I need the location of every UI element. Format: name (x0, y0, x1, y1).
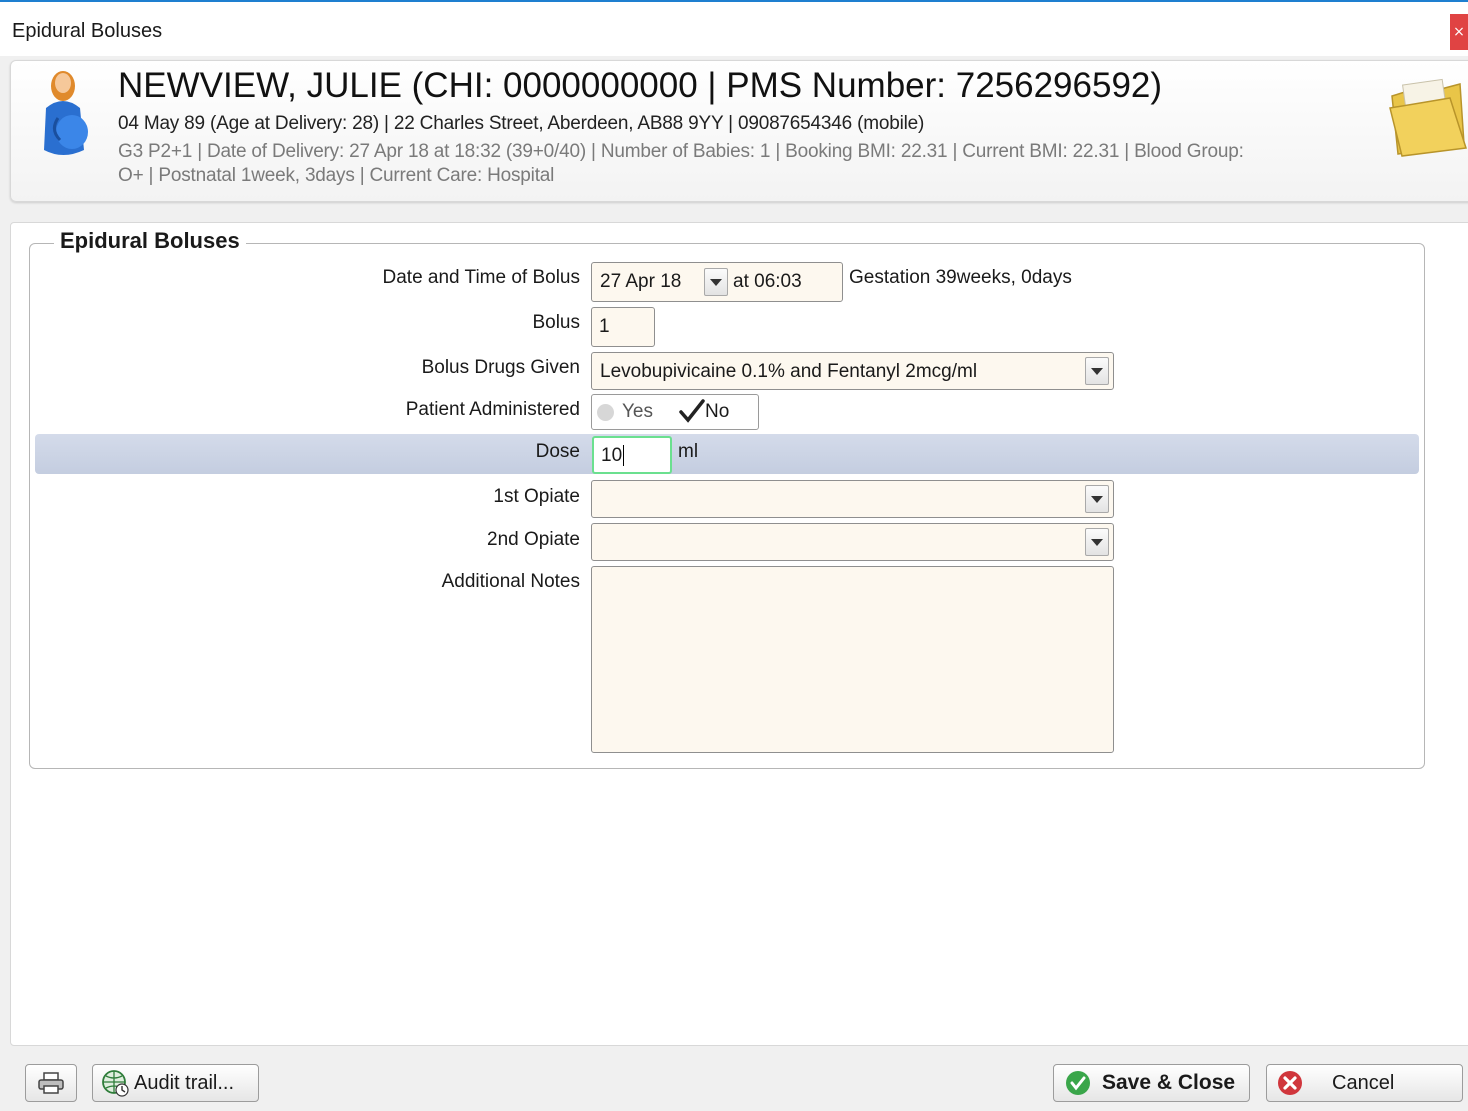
pregnancy-summary-line1: G3 P2+1 | Date of Delivery: 27 Apr 18 at… (118, 141, 1244, 162)
bolus-drugs-select[interactable]: Levobupivicaine 0.1% and Fentanyl 2mcg/m… (591, 352, 1114, 390)
title-bar (0, 2, 1468, 56)
dose-row-highlight (35, 434, 1419, 474)
audit-globe-icon (102, 1070, 129, 1097)
bolus-label: Bolus (532, 312, 580, 333)
check-circle-icon (1066, 1071, 1090, 1095)
yes-option-label[interactable]: Yes (622, 401, 653, 423)
bolus-drugs-label: Bolus Drugs Given (421, 357, 580, 378)
group-legend: Epidural Boluses (54, 228, 246, 254)
bolus-time-value: at 06:03 (733, 271, 802, 292)
bolus-input[interactable]: 1 (591, 307, 655, 347)
patient-demographics: 04 May 89 (Age at Delivery: 28) | 22 Cha… (118, 113, 925, 134)
cancel-button[interactable]: Cancel (1266, 1064, 1463, 1102)
bolus-date-value: 27 Apr 18 (600, 271, 682, 292)
chevron-down-icon (1091, 538, 1103, 546)
notes-textarea[interactable] (591, 566, 1114, 753)
pregnant-patient-icon (36, 68, 96, 160)
dose-label: Dose (535, 441, 580, 462)
date-time-field[interactable]: 27 Apr 18 at 06:03 (591, 262, 843, 302)
chevron-down-icon (710, 278, 722, 286)
pregnancy-summary-line2: O+ | Postnatal 1week, 3days | Current Ca… (118, 165, 555, 186)
opiate1-label: 1st Opiate (493, 486, 580, 507)
patient-name-line: NEWVIEW, JULIE (CHI: 0000000000 | PMS Nu… (118, 66, 1163, 105)
yes-radio[interactable] (597, 404, 614, 421)
bolus-drugs-value: Levobupivicaine 0.1% and Fentanyl 2mcg/m… (600, 361, 978, 382)
bolus-drugs-dropdown-button[interactable] (1085, 357, 1109, 385)
opiate2-dropdown-button[interactable] (1085, 528, 1109, 556)
window-title: Epidural Boluses (12, 20, 163, 42)
close-button[interactable]: × (1450, 14, 1468, 50)
patient-administered-label: Patient Administered (405, 399, 580, 420)
dose-input[interactable]: 10 (592, 436, 672, 474)
checkmark-icon (678, 398, 706, 428)
patient-administered-toggle (591, 394, 759, 430)
audit-trail-button[interactable]: Audit trail... (92, 1064, 259, 1102)
opiate2-label: 2nd Opiate (487, 529, 580, 550)
save-close-button[interactable]: Save & Close (1053, 1064, 1250, 1102)
gestation-text: Gestation 39weeks, 0days (849, 267, 1072, 288)
chevron-down-icon (1091, 367, 1103, 375)
no-option-label[interactable]: No (705, 401, 729, 423)
notes-label: Additional Notes (441, 571, 580, 592)
save-close-label: Save & Close (1102, 1071, 1236, 1094)
audit-trail-label: Audit trail... (134, 1071, 235, 1094)
opiate2-select[interactable] (591, 523, 1114, 561)
opiate1-select[interactable] (591, 480, 1114, 518)
opiate1-dropdown-button[interactable] (1085, 485, 1109, 513)
print-button[interactable] (25, 1064, 77, 1102)
date-dropdown-button[interactable] (704, 268, 728, 296)
dose-unit: ml (678, 441, 699, 462)
cancel-x-icon (1278, 1071, 1302, 1095)
printer-icon (38, 1072, 64, 1094)
date-time-label: Date and Time of Bolus (382, 267, 581, 288)
dose-value: 10 (601, 445, 623, 466)
cancel-label: Cancel (1332, 1071, 1395, 1094)
chevron-down-icon (1091, 495, 1103, 503)
folder-icon[interactable] (1388, 74, 1468, 158)
